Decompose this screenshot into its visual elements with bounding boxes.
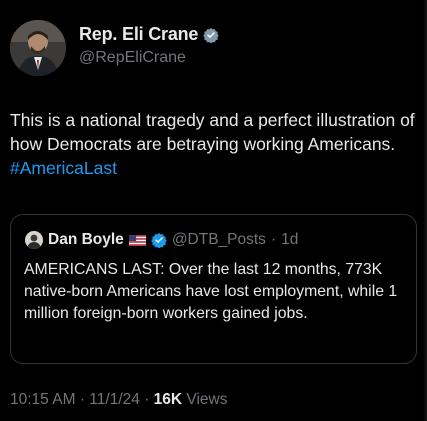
quoted-separator: ·	[270, 231, 277, 248]
views-count[interactable]: 16K	[154, 391, 182, 408]
quoted-tweet-card[interactable]: Dan Boyle @DTB_Posts · 1d AMERICANS LAST: …	[10, 214, 417, 364]
quoted-tweet-header: Dan Boyle @DTB_Posts · 1d	[25, 231, 298, 249]
quoted-tweet-text: AMERICANS LAST: Over the last 12 months,…	[24, 261, 398, 322]
tweet-text: This is a national tragedy and a perfect…	[10, 108, 418, 180]
author-handle[interactable]: @RepEliCrane	[79, 49, 219, 67]
tweet-meta: 10:15 AM · 11/1/24 · 16K Views	[10, 391, 228, 409]
quoted-author-avatar-image	[25, 231, 43, 249]
tweet-body: This is a national tragedy and a perfect…	[10, 110, 415, 154]
hashtag-link[interactable]: #AmericaLast	[10, 158, 117, 178]
tweet-date[interactable]: 11/1/24	[89, 391, 140, 408]
meta-separator-1: ·	[79, 391, 85, 408]
quoted-author-avatar[interactable]	[25, 231, 43, 249]
us-flag-icon	[128, 234, 146, 246]
quoted-handle[interactable]: @DTB_Posts	[172, 231, 266, 249]
author-names: Rep. Eli Crane @RepEliCrane	[79, 24, 219, 67]
quoted-age[interactable]: 1d	[281, 231, 298, 249]
views-label: Views	[186, 391, 228, 408]
author-avatar-image	[10, 20, 66, 76]
tweet-header: Rep. Eli Crane @RepEliCrane	[10, 20, 410, 76]
author-display-name[interactable]: Rep. Eli Crane	[79, 24, 198, 45]
meta-separator-2: ·	[144, 391, 150, 408]
author-avatar[interactable]	[10, 20, 66, 76]
quoted-display-name[interactable]: Dan Boyle	[48, 231, 124, 249]
verified-blue-badge-icon[interactable]	[151, 232, 167, 248]
tweet-view: Rep. Eli Crane @RepEliCrane This is a na…	[0, 0, 427, 421]
window-edge	[423, 0, 427, 421]
verified-gray-badge-icon[interactable]	[203, 27, 219, 43]
author-display-name-row[interactable]: Rep. Eli Crane	[79, 24, 219, 45]
tweet-time[interactable]: 10:15 AM	[10, 391, 76, 408]
